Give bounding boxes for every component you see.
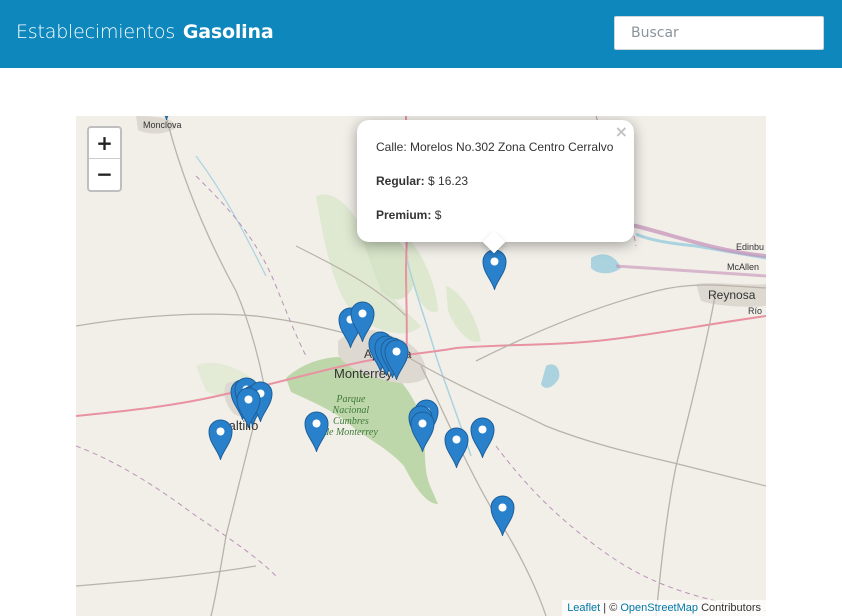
premium-value: $ (434, 208, 442, 222)
station-marker[interactable] (410, 411, 435, 452)
station-marker[interactable] (490, 495, 515, 536)
map-pin-icon (164, 116, 169, 120)
park-label-line: Nacional (332, 405, 370, 416)
map-pin-icon (444, 427, 469, 468)
station-marker[interactable] (304, 411, 329, 452)
station-marker[interactable] (208, 419, 233, 460)
zoom-control: + − (87, 126, 122, 192)
park-label: Parque Nacional Cumbres de Monterrey (324, 394, 378, 438)
label-monclova: Monclova (143, 120, 182, 130)
station-marker[interactable] (236, 387, 261, 428)
map-pin-icon (208, 419, 233, 460)
map-pin-icon (236, 387, 261, 428)
label-mcallen: McAllen (727, 262, 760, 272)
attribution-contributors: Contributors (698, 602, 761, 614)
label-reynosa: Reynosa (708, 288, 756, 302)
premium-label: Premium: (376, 208, 432, 222)
zoom-in-button[interactable]: + (89, 128, 120, 159)
popup-street: Calle: Morelos No.302 Zona Centro Cerral… (376, 140, 614, 154)
map-pin-icon (384, 339, 409, 380)
station-marker[interactable] (154, 116, 179, 120)
map-pin-icon (470, 417, 495, 458)
station-marker[interactable] (470, 417, 495, 458)
leaflet-link[interactable]: Leaflet (567, 602, 600, 614)
park-label-line: Cumbres (333, 416, 369, 427)
map-pin-icon (490, 495, 515, 536)
label-edinburg: Edinbu (736, 242, 765, 252)
popup-regular: Regular: $ 16.23 (376, 174, 468, 188)
map-pin-icon (482, 249, 507, 290)
station-marker[interactable] (444, 427, 469, 468)
station-popup: × Calle: Morelos No.302 Zona Centro Cerr… (357, 120, 634, 254)
osm-link[interactable]: OpenStreetMap (620, 602, 698, 614)
regular-value: $ 16.23 (428, 174, 469, 188)
attribution-separator: | © (600, 602, 621, 614)
zoom-out-button[interactable]: − (89, 159, 120, 189)
brand-bold-text: Gasolina (182, 21, 274, 43)
search-input[interactable] (614, 16, 824, 50)
map-attribution: Leaflet | © OpenStreetMap Contributors (562, 600, 766, 616)
map-pin-icon (410, 411, 435, 452)
regular-label: Regular: (376, 174, 425, 188)
brand-light-text: Establecimientos (16, 21, 176, 43)
station-marker[interactable] (384, 339, 409, 380)
map-pin-icon (304, 411, 329, 452)
label-rio: Río (748, 306, 763, 316)
map-container[interactable]: Monclova Monterrey Apodaca Saltillo Reyn… (76, 116, 766, 616)
park-label-line: de Monterrey (324, 427, 378, 438)
park-label-line: Parque (336, 394, 366, 405)
popup-close-button[interactable]: × (615, 122, 628, 141)
app-brand[interactable]: Establecimientos Gasolina (16, 21, 274, 43)
station-marker[interactable] (482, 249, 507, 290)
top-navbar: Establecimientos Gasolina (0, 0, 842, 68)
popup-premium: Premium: $ (376, 208, 441, 222)
